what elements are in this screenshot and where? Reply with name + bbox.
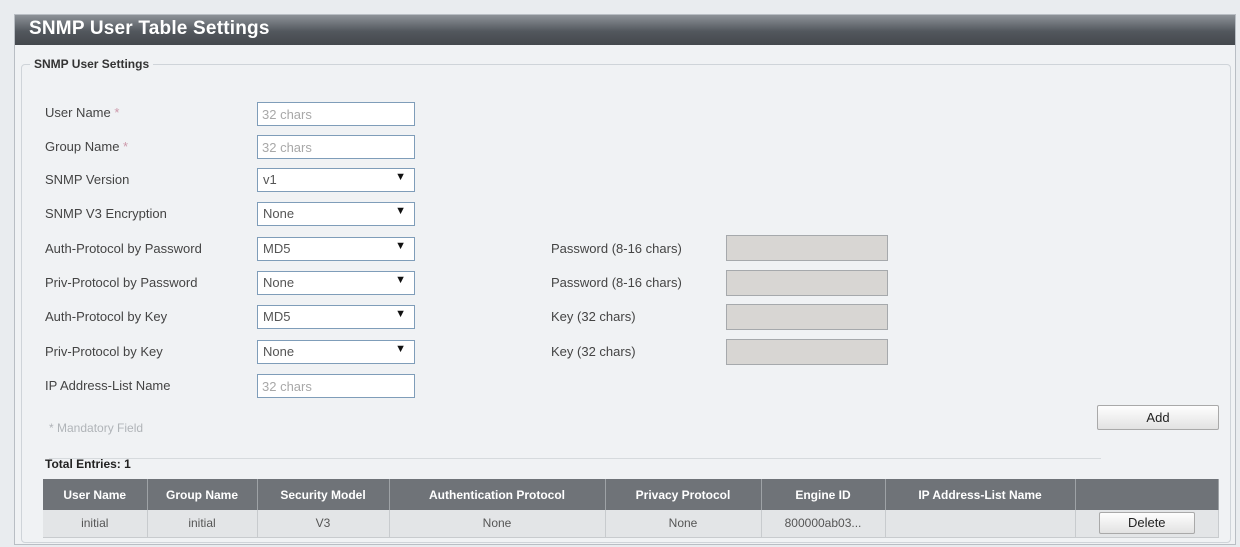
delete-button[interactable]: Delete <box>1098 512 1195 535</box>
priv-password-label: Password (8-16 chars) <box>551 275 682 290</box>
auth-by-password-select[interactable]: MD5 ▼ <box>257 237 415 261</box>
priv-key-label: Key (32 chars) <box>551 344 636 359</box>
priv-by-key-select[interactable]: None ▼ <box>257 340 415 364</box>
auth-password-input <box>726 235 888 261</box>
triangle-down-icon: ▼ <box>395 343 406 355</box>
cell-ip-list <box>885 510 1076 538</box>
triangle-down-icon: ▼ <box>395 205 406 217</box>
v3-encryption-value: None <box>263 206 295 221</box>
col-privacy-protocol: Privacy Protocol <box>605 479 762 510</box>
priv-password-input <box>726 270 888 296</box>
group-name-label: Group Name * <box>45 139 129 154</box>
ip-list-name-input[interactable] <box>257 374 415 398</box>
cell-security-model: V3 <box>257 510 390 538</box>
page: SNMP User Table Settings SNMP User Setti… <box>14 14 1236 545</box>
auth-by-password-value: MD5 <box>263 241 291 256</box>
col-authentication-protocol: Authentication Protocol <box>389 479 606 510</box>
snmp-user-table: User Name Group Name Security Model Auth… <box>43 479 1219 538</box>
v3-encryption-label: SNMP V3 Encryption <box>45 206 167 221</box>
col-engine-id: Engine ID <box>761 479 886 510</box>
cell-engine-id: 800000ab03... <box>761 510 886 538</box>
auth-by-password-label: Auth-Protocol by Password <box>45 241 202 256</box>
auth-by-key-label: Auth-Protocol by Key <box>45 309 168 324</box>
user-name-input[interactable] <box>257 102 415 126</box>
col-ip-list-name: IP Address-List Name <box>885 479 1076 510</box>
priv-by-password-value: None <box>263 275 295 290</box>
auth-by-key-select[interactable]: MD5 ▼ <box>257 305 415 329</box>
snmp-version-label: SNMP Version <box>45 172 130 187</box>
priv-by-password-select[interactable]: None ▼ <box>257 271 415 295</box>
priv-by-key-label: Priv-Protocol by Key <box>45 344 163 359</box>
priv-by-key-value: None <box>263 344 295 359</box>
cell-group-name: initial <box>147 510 258 538</box>
triangle-down-icon: ▼ <box>395 171 406 183</box>
user-name-label: User Name * <box>45 105 120 120</box>
group-name-input[interactable] <box>257 135 415 159</box>
col-security-model: Security Model <box>257 479 390 510</box>
add-button[interactable]: Add <box>1097 405 1219 430</box>
snmp-user-settings-panel: SNMP User Settings <box>21 57 1231 543</box>
auth-key-input <box>726 304 888 330</box>
triangle-down-icon: ▼ <box>395 308 406 320</box>
page-title: SNMP User Table Settings <box>15 15 1235 45</box>
cell-auth-protocol: None <box>389 510 606 538</box>
snmp-version-value: v1 <box>263 172 277 187</box>
auth-password-label: Password (8-16 chars) <box>551 241 682 256</box>
divider <box>49 458 1101 459</box>
priv-by-password-label: Priv-Protocol by Password <box>45 275 198 290</box>
total-entries: Total Entries: 1 <box>45 457 131 471</box>
priv-key-input <box>726 339 888 365</box>
col-user-name: User Name <box>43 479 148 510</box>
col-actions <box>1075 479 1219 510</box>
panel-legend: SNMP User Settings <box>34 57 150 71</box>
auth-by-key-value: MD5 <box>263 309 291 324</box>
v3-encryption-select[interactable]: None ▼ <box>257 202 415 226</box>
cell-user-name: initial <box>43 510 148 538</box>
cell-actions: Delete <box>1075 510 1219 538</box>
table-header-row: User Name Group Name Security Model Auth… <box>43 479 1219 510</box>
ip-list-name-label: IP Address-List Name <box>45 378 171 393</box>
col-group-name: Group Name <box>147 479 258 510</box>
mandatory-field-note: * Mandatory Field <box>49 421 144 435</box>
table-row: initial initial V3 None None 800000ab03.… <box>43 510 1219 538</box>
cell-privacy-protocol: None <box>605 510 762 538</box>
triangle-down-icon: ▼ <box>395 274 406 286</box>
auth-key-label: Key (32 chars) <box>551 309 636 324</box>
snmp-version-select[interactable]: v1 ▼ <box>257 168 415 192</box>
triangle-down-icon: ▼ <box>395 240 406 252</box>
